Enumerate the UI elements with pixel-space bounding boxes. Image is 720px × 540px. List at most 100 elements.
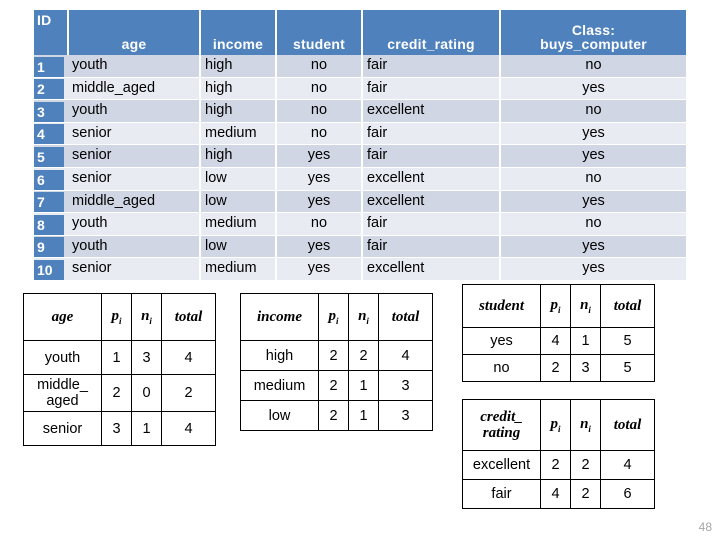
page-number: 48	[698, 520, 712, 534]
cell-income: medium	[200, 122, 277, 146]
table-row: 9 youth low yes fair yes	[34, 235, 686, 259]
summary-cell-total: 2	[161, 374, 216, 412]
cell-student: no	[276, 212, 363, 236]
cell-student: yes	[276, 144, 363, 168]
cell-income: low	[200, 190, 277, 214]
summary-table-student: student pi ni total yes 4 1 5 no 2 3 5	[462, 284, 655, 382]
summary-cell-pi: 2	[101, 374, 132, 412]
summary-header-row-student: student pi ni total	[462, 284, 655, 328]
table-row: 5 senior high yes fair yes	[34, 144, 686, 168]
cell-id: 9	[34, 235, 68, 259]
summary-header-total: total	[600, 399, 655, 451]
table-row: 8 youth medium no fair no	[34, 212, 686, 236]
table-row: 7 middle_aged low yes excellent yes	[34, 190, 686, 214]
cell-age: middle_aged	[68, 77, 201, 101]
credit-rating-label-line1: credit_	[480, 408, 523, 425]
summary-cell-ni: 1	[348, 400, 379, 431]
cell-credit-rating: fair	[362, 122, 501, 146]
summary-cell-total: 3	[378, 370, 433, 401]
cell-age: senior	[68, 167, 201, 191]
cell-age: youth	[68, 235, 201, 259]
cell-age: senior	[68, 257, 201, 281]
table-header-row: ID age income student credit_rating Clas…	[34, 10, 686, 55]
summary-cell-pi: 2	[540, 354, 571, 382]
column-header-id: ID	[34, 10, 69, 55]
summary-cell-pi: 2	[318, 370, 349, 401]
cell-credit-rating: excellent	[362, 167, 501, 191]
cell-id: 8	[34, 212, 68, 236]
table-row: 4 senior medium no fair yes	[34, 122, 686, 146]
summary-header-ni: ni	[131, 293, 162, 341]
id-chip: 4	[34, 124, 64, 145]
summary-cell-ni: 2	[570, 479, 601, 509]
class-header-line2: buys_computer	[540, 36, 647, 53]
cell-buys-computer: yes	[500, 122, 686, 146]
summary-cell-label: middle_ aged	[23, 374, 102, 412]
cell-credit-rating: fair	[362, 235, 501, 259]
summary-row: excellent 2 2 4	[462, 450, 655, 480]
credit-rating-label-line2: rating	[482, 425, 521, 441]
summary-header-total: total	[161, 293, 216, 341]
cell-buys-computer: no	[500, 212, 686, 236]
pi-subscript: i	[118, 315, 122, 326]
summary-cell-pi: 2	[318, 400, 349, 431]
table-row: 2 middle_aged high no fair yes	[34, 77, 686, 101]
summary-cell-ni: 1	[348, 370, 379, 401]
cell-id: 7	[34, 190, 68, 214]
id-chip: 7	[34, 192, 64, 213]
pi-symbol: p	[550, 296, 558, 313]
summary-cell-label: senior	[23, 411, 102, 446]
cell-id: 6	[34, 167, 68, 191]
id-chip: 10	[34, 259, 64, 280]
cell-income: high	[200, 55, 277, 78]
cell-age: youth	[68, 55, 201, 78]
cell-credit-rating: excellent	[362, 257, 501, 281]
summary-row: high 2 2 4	[240, 340, 433, 371]
summary-header-row-credit-rating: credit_ rating pi ni total	[462, 399, 655, 451]
cell-id: 3	[34, 99, 68, 123]
summary-header-total: total	[600, 284, 655, 328]
summary-cell-ni: 2	[348, 340, 379, 371]
summary-header-pi: pi	[318, 293, 349, 341]
cell-buys-computer: yes	[500, 235, 686, 259]
summary-header-ni: ni	[348, 293, 379, 341]
id-chip: 8	[34, 214, 64, 235]
summary-table-income: income pi ni total high 2 2 4 medium 2 1 3 low 2 1…	[240, 293, 433, 431]
cell-income: medium	[200, 257, 277, 281]
summary-cell-ni: 0	[131, 374, 162, 412]
summary-cell-label: yes	[462, 327, 541, 355]
summary-cell-label: no	[462, 354, 541, 382]
column-header-credit-rating: credit_rating	[362, 10, 501, 55]
cell-age: senior	[68, 144, 201, 168]
summary-cell-total: 5	[600, 354, 655, 382]
summary-row: middle_ aged 2 0 2	[23, 374, 216, 412]
summary-cell-total: 4	[378, 340, 433, 371]
id-chip: 9	[34, 237, 64, 258]
summary-table-age: age pi ni total youth 1 3 4 middle_ aged 2 0 2 se…	[23, 293, 216, 446]
pi-subscript: i	[335, 315, 339, 326]
id-chip: 2	[34, 79, 64, 100]
summary-row: fair 4 2 6	[462, 479, 655, 509]
summary-header-ni: ni	[570, 399, 601, 451]
summary-cell-label: excellent	[462, 450, 541, 480]
cell-id: 10	[34, 257, 68, 281]
summary-cell-pi: 2	[318, 340, 349, 371]
cell-credit-rating: fair	[362, 144, 501, 168]
cell-student: yes	[276, 167, 363, 191]
summary-row: low 2 1 3	[240, 400, 433, 431]
summary-cell-label: medium	[240, 370, 319, 401]
summary-row: youth 1 3 4	[23, 340, 216, 375]
summary-cell-label: youth	[23, 340, 102, 375]
table-row: 6 senior low yes excellent no	[34, 167, 686, 191]
summary-cell-pi: 4	[540, 479, 571, 509]
pi-symbol: p	[550, 415, 558, 432]
summary-header-ni: ni	[570, 284, 601, 328]
cell-buys-computer: yes	[500, 144, 686, 168]
summary-header-attribute-student: student	[462, 284, 541, 328]
cell-buys-computer: no	[500, 99, 686, 123]
cell-student: yes	[276, 190, 363, 214]
summary-cell-total: 4	[600, 450, 655, 480]
cell-age: youth	[68, 99, 201, 123]
id-chip: 3	[34, 101, 64, 122]
summary-cell-ni: 2	[570, 450, 601, 480]
